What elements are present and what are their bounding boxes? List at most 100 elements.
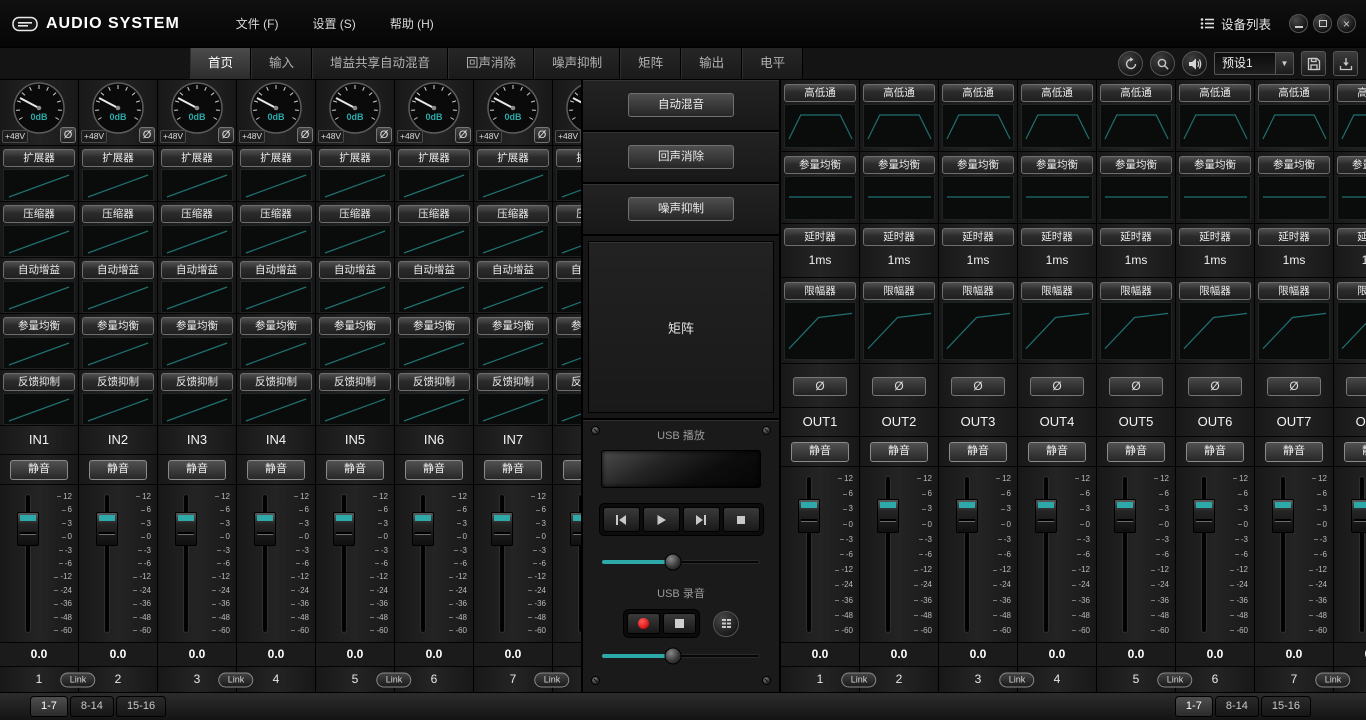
tab-matrix[interactable]: 矩阵 bbox=[620, 48, 681, 79]
phase-button[interactable]: Ø bbox=[455, 127, 471, 143]
volume-button[interactable] bbox=[1182, 51, 1207, 76]
limiter-button[interactable]: 限幅器 bbox=[784, 282, 856, 300]
mute-button[interactable]: 静音 bbox=[949, 442, 1007, 462]
eq-button[interactable]: 参量均衡 bbox=[1258, 156, 1330, 174]
fader-knob[interactable] bbox=[798, 499, 820, 533]
mute-button[interactable]: 静音 bbox=[1344, 442, 1366, 462]
next-track-button[interactable] bbox=[683, 507, 720, 532]
hp-lp-button[interactable]: 高低通 bbox=[1258, 84, 1330, 102]
tab-input[interactable]: 输入 bbox=[251, 48, 312, 79]
minimize-button[interactable] bbox=[1289, 14, 1308, 33]
close-button[interactable]: × bbox=[1337, 14, 1356, 33]
limiter-button[interactable]: 限幅器 bbox=[1100, 282, 1172, 300]
phase-button[interactable]: Ø bbox=[1109, 377, 1163, 396]
phase-button[interactable]: Ø bbox=[793, 377, 847, 396]
hp-lp-button[interactable]: 高低通 bbox=[1337, 84, 1366, 102]
hp-lp-button[interactable]: 高低通 bbox=[942, 84, 1014, 102]
tab-output[interactable]: 输出 bbox=[681, 48, 742, 79]
previous-track-button[interactable] bbox=[603, 507, 640, 532]
phase-button[interactable]: Ø bbox=[951, 377, 1005, 396]
processor-button[interactable]: 反馈抑制 bbox=[3, 373, 75, 391]
processor-button[interactable]: 压缩器 bbox=[556, 205, 581, 223]
eq-button[interactable]: 参量均衡 bbox=[863, 156, 935, 174]
processor-button[interactable]: 自动增益 bbox=[3, 261, 75, 279]
phantom-power-button[interactable]: +48V bbox=[318, 130, 344, 143]
noise-suppress-button[interactable]: 噪声抑制 bbox=[628, 197, 734, 221]
processor-button[interactable]: 反馈抑制 bbox=[398, 373, 470, 391]
processor-button[interactable]: 反馈抑制 bbox=[556, 373, 581, 391]
phase-button[interactable]: Ø bbox=[872, 377, 926, 396]
delay-button[interactable]: 延时器 bbox=[863, 228, 935, 246]
phase-button[interactable]: Ø bbox=[218, 127, 234, 143]
phase-button[interactable]: Ø bbox=[1030, 377, 1084, 396]
processor-button[interactable]: 反馈抑制 bbox=[161, 373, 233, 391]
phantom-power-button[interactable]: +48V bbox=[239, 130, 265, 143]
mute-button[interactable]: 静音 bbox=[247, 460, 305, 480]
mute-button[interactable]: 静音 bbox=[563, 460, 581, 480]
delay-button[interactable]: 延时器 bbox=[942, 228, 1014, 246]
phase-button[interactable]: Ø bbox=[1267, 377, 1321, 396]
phase-button[interactable]: Ø bbox=[297, 127, 313, 143]
eq-button[interactable]: 参量均衡 bbox=[1337, 156, 1366, 174]
processor-button[interactable]: 参量均衡 bbox=[240, 317, 312, 335]
page-tab-15-16[interactable]: 15-16 bbox=[116, 696, 166, 717]
page-tab-8-14[interactable]: 8-14 bbox=[1215, 696, 1259, 717]
processor-button[interactable]: 参量均衡 bbox=[82, 317, 154, 335]
processor-button[interactable]: 压缩器 bbox=[398, 205, 470, 223]
device-list-button[interactable]: 设备列表 bbox=[1200, 14, 1271, 33]
preset-select[interactable]: 预设1 ▼ bbox=[1214, 52, 1294, 75]
hp-lp-button[interactable]: 高低通 bbox=[1021, 84, 1093, 102]
mute-button[interactable]: 静音 bbox=[1107, 442, 1165, 462]
phantom-power-button[interactable]: +48V bbox=[160, 130, 186, 143]
eq-button[interactable]: 参量均衡 bbox=[784, 156, 856, 174]
mute-button[interactable]: 静音 bbox=[1265, 442, 1323, 462]
phantom-power-button[interactable]: +48V bbox=[555, 130, 581, 143]
fader-knob[interactable] bbox=[1351, 499, 1366, 533]
menu-settings[interactable]: 设置 (S) bbox=[312, 15, 355, 32]
page-tab-1-7[interactable]: 1-7 bbox=[1175, 696, 1213, 717]
processor-button[interactable]: 自动增益 bbox=[161, 261, 233, 279]
processor-button[interactable]: 参量均衡 bbox=[556, 317, 581, 335]
play-stop-button[interactable] bbox=[723, 507, 760, 532]
limiter-button[interactable]: 限幅器 bbox=[863, 282, 935, 300]
phase-button[interactable]: Ø bbox=[139, 127, 155, 143]
fader-knob[interactable] bbox=[412, 512, 434, 546]
phase-button[interactable]: Ø bbox=[376, 127, 392, 143]
tab-noise-suppress[interactable]: 噪声抑制 bbox=[534, 48, 620, 79]
processor-button[interactable]: 自动增益 bbox=[82, 261, 154, 279]
processor-button[interactable]: 自动增益 bbox=[477, 261, 549, 279]
fader-knob[interactable] bbox=[1114, 499, 1136, 533]
link-button[interactable]: Link bbox=[842, 672, 877, 687]
phantom-power-button[interactable]: +48V bbox=[2, 130, 28, 143]
chevron-down-icon[interactable]: ▼ bbox=[1276, 52, 1294, 75]
delay-button[interactable]: 延时器 bbox=[1100, 228, 1172, 246]
phantom-power-button[interactable]: +48V bbox=[476, 130, 502, 143]
mute-button[interactable]: 静音 bbox=[405, 460, 463, 480]
page-tab-15-16[interactable]: 15-16 bbox=[1261, 696, 1311, 717]
limiter-button[interactable]: 限幅器 bbox=[1258, 282, 1330, 300]
eq-button[interactable]: 参量均衡 bbox=[942, 156, 1014, 174]
record-button[interactable] bbox=[627, 613, 660, 634]
mute-button[interactable]: 静音 bbox=[1028, 442, 1086, 462]
menu-help[interactable]: 帮助 (H) bbox=[390, 15, 434, 32]
delay-button[interactable]: 延时器 bbox=[1258, 228, 1330, 246]
slider-knob[interactable] bbox=[665, 648, 682, 665]
fader-knob[interactable] bbox=[491, 512, 513, 546]
delay-button[interactable]: 延时器 bbox=[784, 228, 856, 246]
hp-lp-button[interactable]: 高低通 bbox=[784, 84, 856, 102]
page-tab-8-14[interactable]: 8-14 bbox=[70, 696, 114, 717]
page-tab-1-7[interactable]: 1-7 bbox=[30, 696, 68, 717]
processor-button[interactable]: 压缩器 bbox=[82, 205, 154, 223]
hp-lp-button[interactable]: 高低通 bbox=[1179, 84, 1251, 102]
processor-button[interactable]: 参量均衡 bbox=[3, 317, 75, 335]
processor-button[interactable]: 参量均衡 bbox=[477, 317, 549, 335]
mute-button[interactable]: 静音 bbox=[791, 442, 849, 462]
processor-button[interactable]: 反馈抑制 bbox=[240, 373, 312, 391]
hp-lp-button[interactable]: 高低通 bbox=[863, 84, 935, 102]
delay-button[interactable]: 延时器 bbox=[1337, 228, 1366, 246]
link-button[interactable]: Link bbox=[1158, 672, 1193, 687]
processor-button[interactable]: 参量均衡 bbox=[161, 317, 233, 335]
processor-button[interactable]: 扩展器 bbox=[82, 149, 154, 167]
processor-button[interactable]: 反馈抑制 bbox=[477, 373, 549, 391]
phantom-power-button[interactable]: +48V bbox=[81, 130, 107, 143]
